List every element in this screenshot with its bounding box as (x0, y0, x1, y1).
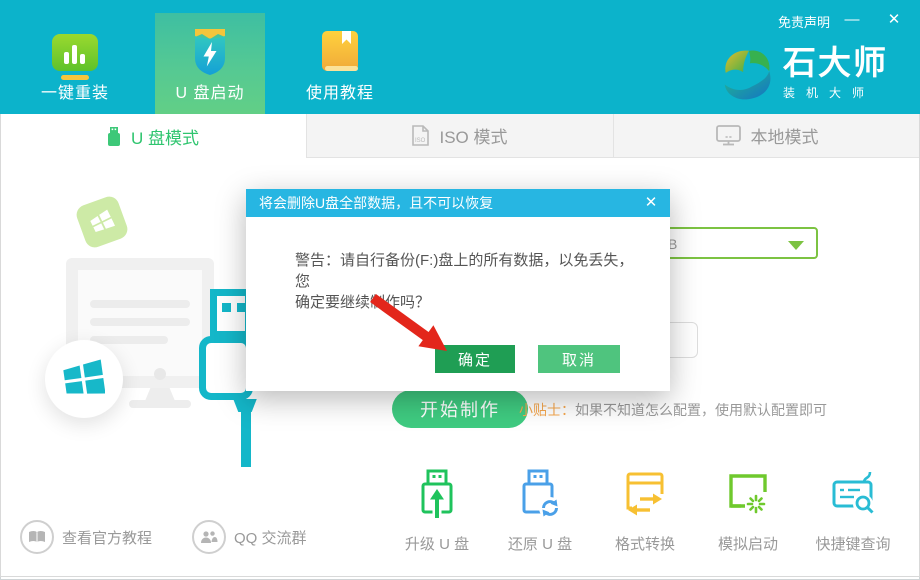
windows-logo-badge (45, 340, 123, 418)
usb-restore-icon (517, 468, 563, 520)
tab-usb-mode[interactable]: U 盘模式 (0, 114, 306, 158)
mode-tabs: U 盘模式 ISO ISO 模式 本地模式 (0, 114, 920, 158)
svg-text:ISO: ISO (415, 138, 426, 144)
usb-pin-icon (222, 303, 231, 312)
tool-simulate-boot[interactable]: 模拟启动 (700, 468, 796, 554)
tip-text: 如果不知道怎么配置，使用默认配置即可 (575, 402, 827, 418)
tool-label: 模拟启动 (700, 533, 796, 554)
windows-deco-icon (74, 194, 130, 250)
confirm-button[interactable]: 确定 (435, 345, 515, 373)
usb-cable-illustration (241, 411, 251, 467)
brand-logo: 石大师 装机大师 (719, 45, 888, 103)
dialog-message: 警告：请自行备份(F:)盘上的所有数据，以免丢失，您 确定要继续制作吗？ (295, 250, 642, 313)
confirm-dialog: 将会删除U盘全部数据，且不可以恢复 ✕ 警告：请自行备份(F:)盘上的所有数据，… (246, 189, 670, 391)
minimize-button[interactable]: — (840, 8, 864, 32)
tip-label: 小贴士： (519, 402, 575, 418)
tool-label: 快捷键查询 (805, 533, 901, 554)
nav-item-one-key-reinstall[interactable]: 一键重装 (20, 13, 130, 114)
brand-subtitle: 装机大师 (783, 84, 888, 101)
chevron-down-icon (788, 241, 804, 250)
hotkey-query-icon (830, 468, 876, 520)
nav-label: 一键重装 (20, 79, 130, 103)
usb-boot-shield-icon (190, 28, 230, 76)
tip-line: 小贴士：如果不知道怎么配置，使用默认配置即可 (519, 400, 827, 420)
tool-label: 格式转换 (597, 533, 693, 554)
iso-file-icon: ISO (412, 125, 429, 146)
format-convert-icon (622, 468, 668, 520)
dialog-title: 将会删除U盘全部数据，且不可以恢复 (246, 189, 670, 217)
cancel-button[interactable]: 取消 (538, 345, 620, 373)
nav-label: 使用教程 (285, 79, 395, 103)
tool-format-convert[interactable]: 格式转换 (597, 468, 693, 554)
tab-label: U 盘模式 (131, 124, 199, 149)
brand-name: 石大师 (783, 45, 888, 81)
app-window: 一键重装 U 盘启动 使用教程 (0, 0, 920, 580)
brand-swirl-icon (719, 45, 775, 103)
tab-iso-mode[interactable]: ISO ISO 模式 (306, 114, 613, 158)
usb-body-illustration (199, 336, 253, 400)
dialog-close-button[interactable]: ✕ (638, 189, 664, 217)
local-mode-monitor-icon (716, 125, 741, 146)
monitor-base (129, 400, 191, 408)
tool-hotkey-query[interactable]: 快捷键查询 (805, 468, 901, 554)
nav-label: U 盘启动 (155, 79, 265, 103)
qq-group-link[interactable]: QQ 交流群 (192, 520, 307, 554)
usb-upgrade-icon (414, 468, 460, 520)
tool-label: 还原 U 盘 (492, 533, 588, 554)
tool-restore-usb[interactable]: 还原 U 盘 (492, 468, 588, 554)
close-button[interactable]: ✕ (882, 8, 906, 32)
tool-label: 升级 U 盘 (389, 533, 485, 554)
dialog-message-line1: 警告：请自行备份(F:)盘上的所有数据，以免丢失，您 (295, 250, 642, 292)
footer-link-label: 查看官方教程 (62, 527, 152, 548)
tab-label: ISO 模式 (439, 123, 507, 148)
footer-link-label: QQ 交流群 (234, 527, 307, 548)
start-make-button[interactable]: 开始制作 (392, 390, 528, 428)
tab-label: 本地模式 (751, 123, 819, 148)
reinstall-chart-icon (52, 34, 98, 71)
tutorial-book-icon (318, 30, 362, 76)
dialog-message-line2: 确定要继续制作吗？ (295, 292, 642, 313)
nav-item-usb-boot[interactable]: U 盘启动 (155, 13, 265, 114)
simulate-boot-icon (725, 468, 771, 520)
usb-pin-icon (237, 303, 246, 312)
tab-local-mode[interactable]: 本地模式 (613, 114, 920, 158)
people-icon (192, 520, 226, 554)
book-icon (20, 520, 54, 554)
disclaimer-link[interactable]: 免责声明 (778, 12, 830, 31)
header-bar: 一键重装 U 盘启动 使用教程 (0, 0, 920, 114)
nav-item-tutorial[interactable]: 使用教程 (285, 13, 395, 114)
official-tutorial-link[interactable]: 查看官方教程 (20, 520, 152, 554)
usb-mode-icon (107, 127, 121, 146)
tool-upgrade-usb[interactable]: 升级 U 盘 (389, 468, 485, 554)
